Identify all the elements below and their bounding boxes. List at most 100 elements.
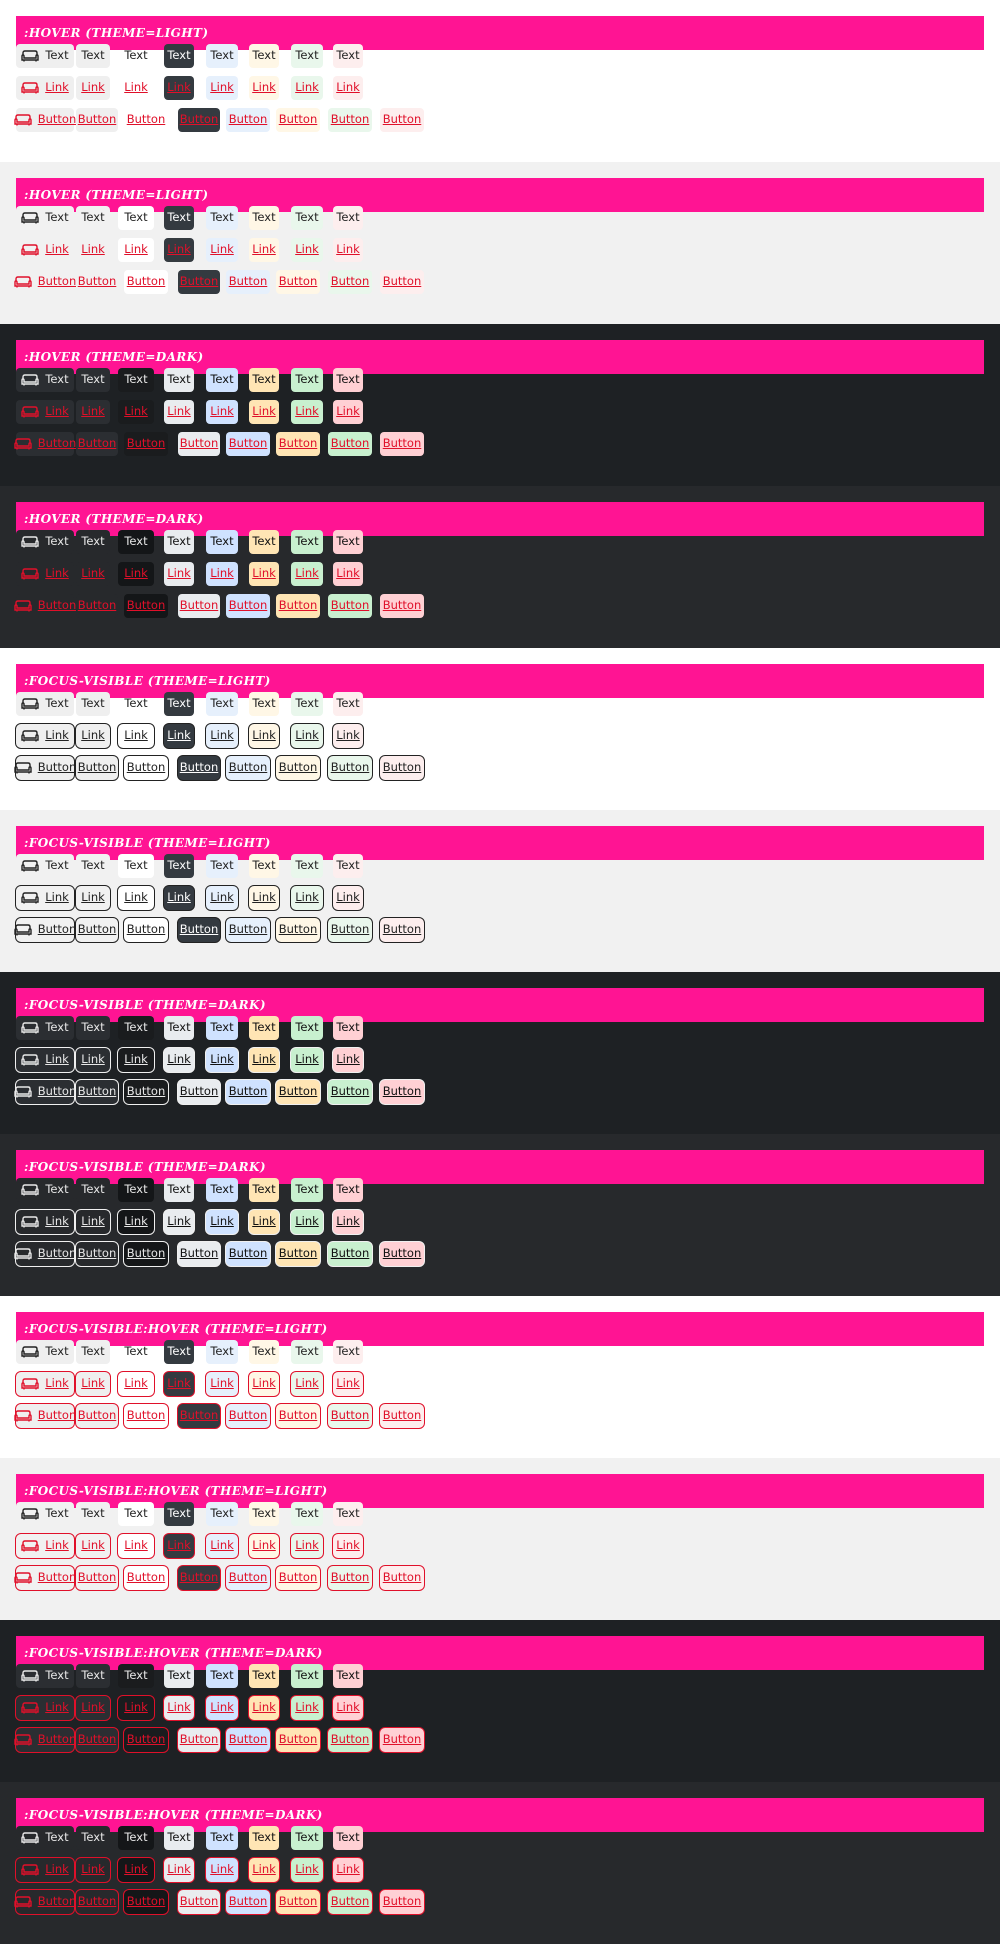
link-link-2[interactable]: Link [117, 1533, 155, 1559]
link-link-7[interactable]: Link [332, 723, 364, 749]
button-button-7[interactable]: Button [380, 432, 424, 456]
link-link-5[interactable]: Link [249, 400, 279, 424]
link-link-1[interactable]: Link [75, 723, 111, 749]
button-button-7[interactable]: Button [379, 1889, 425, 1915]
button-button-6[interactable]: Button [328, 432, 372, 456]
button-button-7[interactable]: Button [380, 270, 424, 294]
button-button-5[interactable]: Button [275, 917, 321, 943]
link-link-5[interactable]: Link [248, 885, 280, 911]
link-link-0[interactable]: Link [15, 885, 75, 911]
button-button-1[interactable]: Button [76, 594, 118, 618]
button-button-3[interactable]: Button [177, 1079, 221, 1105]
button-button-4[interactable]: Button [226, 594, 270, 618]
link-link-2[interactable]: Link [118, 562, 154, 586]
button-button-1[interactable]: Button [75, 1241, 119, 1267]
button-button-3[interactable]: Button [177, 1727, 221, 1753]
link-link-1[interactable]: Link [76, 400, 110, 424]
button-button-7[interactable]: Button [379, 1727, 425, 1753]
button-button-0[interactable]: Button [14, 594, 76, 618]
button-button-6[interactable]: Button [327, 1241, 373, 1267]
button-button-7[interactable]: Button [379, 755, 425, 781]
button-button-5[interactable]: Button [275, 755, 321, 781]
link-link-5[interactable]: Link [248, 1695, 280, 1721]
link-link-1[interactable]: Link [75, 1857, 111, 1883]
button-button-7[interactable]: Button [380, 108, 424, 132]
button-button-5[interactable]: Button [275, 1403, 321, 1429]
button-button-6[interactable]: Button [328, 270, 372, 294]
link-link-5[interactable]: Link [248, 1533, 280, 1559]
button-button-0[interactable]: Button [14, 755, 76, 781]
button-button-1[interactable]: Button [76, 270, 118, 294]
link-link-6[interactable]: Link [290, 723, 324, 749]
link-link-1[interactable]: Link [75, 1047, 111, 1073]
button-button-2[interactable]: Button [123, 755, 169, 781]
button-button-7[interactable]: Button [379, 1403, 425, 1429]
link-link-2[interactable]: Link [117, 885, 155, 911]
link-link-1[interactable]: Link [76, 562, 110, 586]
button-button-2[interactable]: Button [123, 1079, 169, 1105]
button-button-6[interactable]: Button [327, 917, 373, 943]
link-link-1[interactable]: Link [75, 1371, 111, 1397]
button-button-4[interactable]: Button [225, 917, 271, 943]
link-link-5[interactable]: Link [248, 1371, 280, 1397]
button-button-7[interactable]: Button [379, 917, 425, 943]
link-link-2[interactable]: Link [117, 1695, 155, 1721]
link-link-4[interactable]: Link [205, 1695, 239, 1721]
link-link-7[interactable]: Link [332, 1695, 364, 1721]
link-link-1[interactable]: Link [75, 885, 111, 911]
button-button-5[interactable]: Button [276, 108, 320, 132]
button-button-5[interactable]: Button [275, 1565, 321, 1591]
button-button-4[interactable]: Button [225, 755, 271, 781]
link-link-3[interactable]: Link [164, 400, 194, 424]
link-link-3[interactable]: Link [164, 76, 194, 100]
button-button-3[interactable]: Button [177, 917, 221, 943]
button-button-4[interactable]: Button [225, 1727, 271, 1753]
link-link-5[interactable]: Link [248, 723, 280, 749]
button-button-5[interactable]: Button [275, 1889, 321, 1915]
link-link-0[interactable]: Link [15, 1047, 75, 1073]
link-link-0[interactable]: Link [15, 1533, 75, 1559]
button-button-2[interactable]: Button [124, 270, 168, 294]
link-link-3[interactable]: Link [163, 1533, 195, 1559]
button-button-0[interactable]: Button [14, 1565, 76, 1591]
link-link-4[interactable]: Link [205, 1533, 239, 1559]
link-link-7[interactable]: Link [332, 1209, 364, 1235]
button-button-0[interactable]: Button [14, 432, 76, 456]
link-link-7[interactable]: Link [333, 76, 363, 100]
link-link-6[interactable]: Link [291, 76, 323, 100]
button-button-1[interactable]: Button [75, 1079, 119, 1105]
link-link-0[interactable]: Link [15, 1857, 75, 1883]
button-button-1[interactable]: Button [75, 1565, 119, 1591]
button-button-3[interactable]: Button [177, 1889, 221, 1915]
button-button-5[interactable]: Button [276, 594, 320, 618]
link-link-4[interactable]: Link [205, 1371, 239, 1397]
button-button-3[interactable]: Button [178, 270, 220, 294]
link-link-7[interactable]: Link [333, 562, 363, 586]
button-button-1[interactable]: Button [76, 108, 118, 132]
link-link-4[interactable]: Link [206, 562, 238, 586]
link-link-2[interactable]: Link [117, 1047, 155, 1073]
link-link-1[interactable]: Link [75, 1695, 111, 1721]
link-link-3[interactable]: Link [164, 238, 194, 262]
button-button-4[interactable]: Button [225, 1565, 271, 1591]
link-link-3[interactable]: Link [163, 723, 195, 749]
link-link-0[interactable]: Link [15, 1695, 75, 1721]
link-link-7[interactable]: Link [333, 238, 363, 262]
button-button-4[interactable]: Button [226, 270, 270, 294]
button-button-7[interactable]: Button [379, 1079, 425, 1105]
link-link-3[interactable]: Link [163, 885, 195, 911]
link-link-0[interactable]: Link [16, 238, 74, 262]
link-link-4[interactable]: Link [205, 1047, 239, 1073]
button-button-5[interactable]: Button [276, 432, 320, 456]
button-button-2[interactable]: Button [123, 917, 169, 943]
button-button-5[interactable]: Button [276, 270, 320, 294]
button-button-0[interactable]: Button [14, 1727, 76, 1753]
link-link-0[interactable]: Link [16, 400, 74, 424]
link-link-1[interactable]: Link [76, 238, 110, 262]
button-button-6[interactable]: Button [327, 1079, 373, 1105]
button-button-6[interactable]: Button [328, 594, 372, 618]
link-link-3[interactable]: Link [163, 1695, 195, 1721]
link-link-4[interactable]: Link [205, 723, 239, 749]
button-button-0[interactable]: Button [14, 1079, 76, 1105]
button-button-6[interactable]: Button [328, 108, 372, 132]
